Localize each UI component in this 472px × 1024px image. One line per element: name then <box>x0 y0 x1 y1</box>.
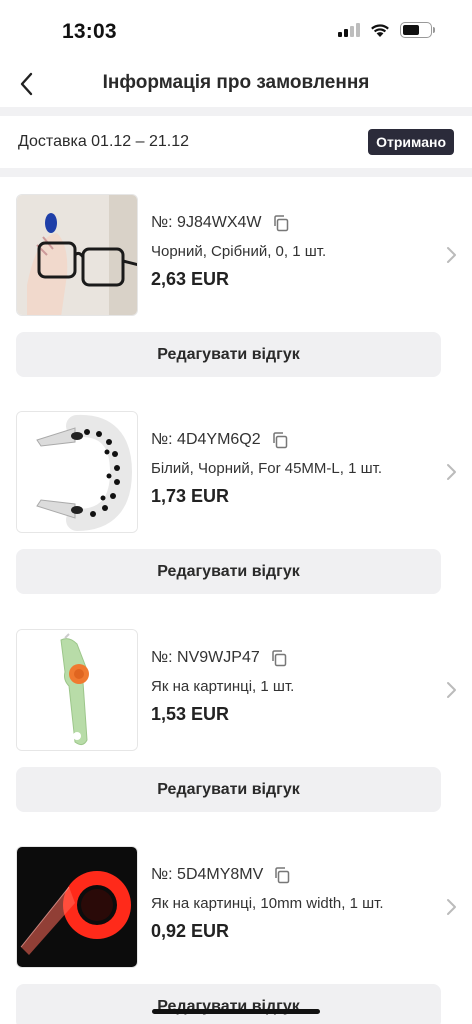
cellular-signal-icon <box>338 23 360 37</box>
watch-band-photo <box>16 411 138 533</box>
copy-icon[interactable] <box>271 431 289 449</box>
edit-review-button[interactable]: Редагувати відгук <box>16 332 441 377</box>
item-variant: Як на картинці, 1 шт. <box>151 678 295 695</box>
item-variant: Як на картинці, 10mm width, 1 шт. <box>151 895 384 912</box>
order-item-link[interactable]: №: 9J84WX4W Чорний, Срібний, 0, 1 шт. 2,… <box>0 194 472 316</box>
red-tape-photo <box>16 846 138 968</box>
delivery-dates: Доставка 01.12 – 21.12 <box>18 133 190 150</box>
item-sku: №: NV9WJP47 <box>151 649 260 666</box>
item-price: 1,53 EUR <box>151 704 230 724</box>
status-badge: Отримано <box>368 129 454 155</box>
order-item: №: 5D4MY8MV Як на картинці, 10mm width, … <box>0 846 472 1024</box>
item-info: №: 5D4MY8MV Як на картинці, 10mm width, … <box>151 864 384 942</box>
copy-icon[interactable] <box>272 214 290 232</box>
chevron-right-icon <box>447 682 456 698</box>
home-indicator <box>152 1009 320 1014</box>
item-sku: №: 4D4YM6Q2 <box>151 431 261 448</box>
edit-review-button[interactable]: Редагувати відгук <box>16 549 441 594</box>
nav-bar: Інформація про замовлення <box>0 62 472 106</box>
order-item: №: 9J84WX4W Чорний, Срібний, 0, 1 шт. 2,… <box>0 194 472 392</box>
delivery-row: Доставка 01.12 – 21.12 Отримано <box>0 118 472 168</box>
order-item: №: 4D4YM6Q2 Білий, Чорний, For 45MM-L, 1… <box>0 411 472 609</box>
chevron-right-icon <box>447 899 456 915</box>
item-price: 2,63 EUR <box>151 269 230 289</box>
item-sku: №: 9J84WX4W <box>151 214 262 231</box>
item-info: №: 9J84WX4W Чорний, Срібний, 0, 1 шт. 2,… <box>151 212 326 290</box>
status-bar: 13:03 <box>0 0 472 62</box>
wifi-icon <box>371 23 389 37</box>
section-divider <box>0 168 472 177</box>
copy-icon[interactable] <box>270 649 288 667</box>
edit-review-button[interactable]: Редагувати відгук <box>16 767 441 812</box>
order-item-link[interactable]: №: NV9WJP47 Як на картинці, 1 шт. 1,53 E… <box>0 629 472 751</box>
chevron-right-icon <box>447 464 456 480</box>
item-info: №: NV9WJP47 Як на картинці, 1 шт. 1,53 E… <box>151 647 294 725</box>
item-sku: №: 5D4MY8MV <box>151 866 264 883</box>
item-price: 1,73 EUR <box>151 486 230 506</box>
chevron-right-icon <box>447 247 456 263</box>
status-icons <box>338 22 435 38</box>
battery-icon <box>400 22 435 38</box>
seam-ripper-photo <box>16 629 138 751</box>
status-time: 13:03 <box>62 20 117 43</box>
item-info: №: 4D4YM6Q2 Білий, Чорний, For 45MM-L, 1… <box>151 429 382 507</box>
eyeglasses-photo <box>16 194 138 316</box>
page-title: Інформація про замовлення <box>102 72 370 93</box>
edit-review-button[interactable]: Редагувати відгук <box>16 984 441 1024</box>
item-variant: Білий, Чорний, For 45MM-L, 1 шт. <box>151 460 383 477</box>
item-price: 0,92 EUR <box>151 921 230 941</box>
order-item-link[interactable]: №: 4D4YM6Q2 Білий, Чорний, For 45MM-L, 1… <box>0 411 472 533</box>
order-item-link[interactable]: №: 5D4MY8MV Як на картинці, 10mm width, … <box>0 846 472 968</box>
item-variant: Чорний, Срібний, 0, 1 шт. <box>151 243 327 260</box>
section-divider <box>0 107 472 116</box>
order-item: №: NV9WJP47 Як на картинці, 1 шт. 1,53 E… <box>0 629 472 827</box>
copy-icon[interactable] <box>273 866 291 884</box>
